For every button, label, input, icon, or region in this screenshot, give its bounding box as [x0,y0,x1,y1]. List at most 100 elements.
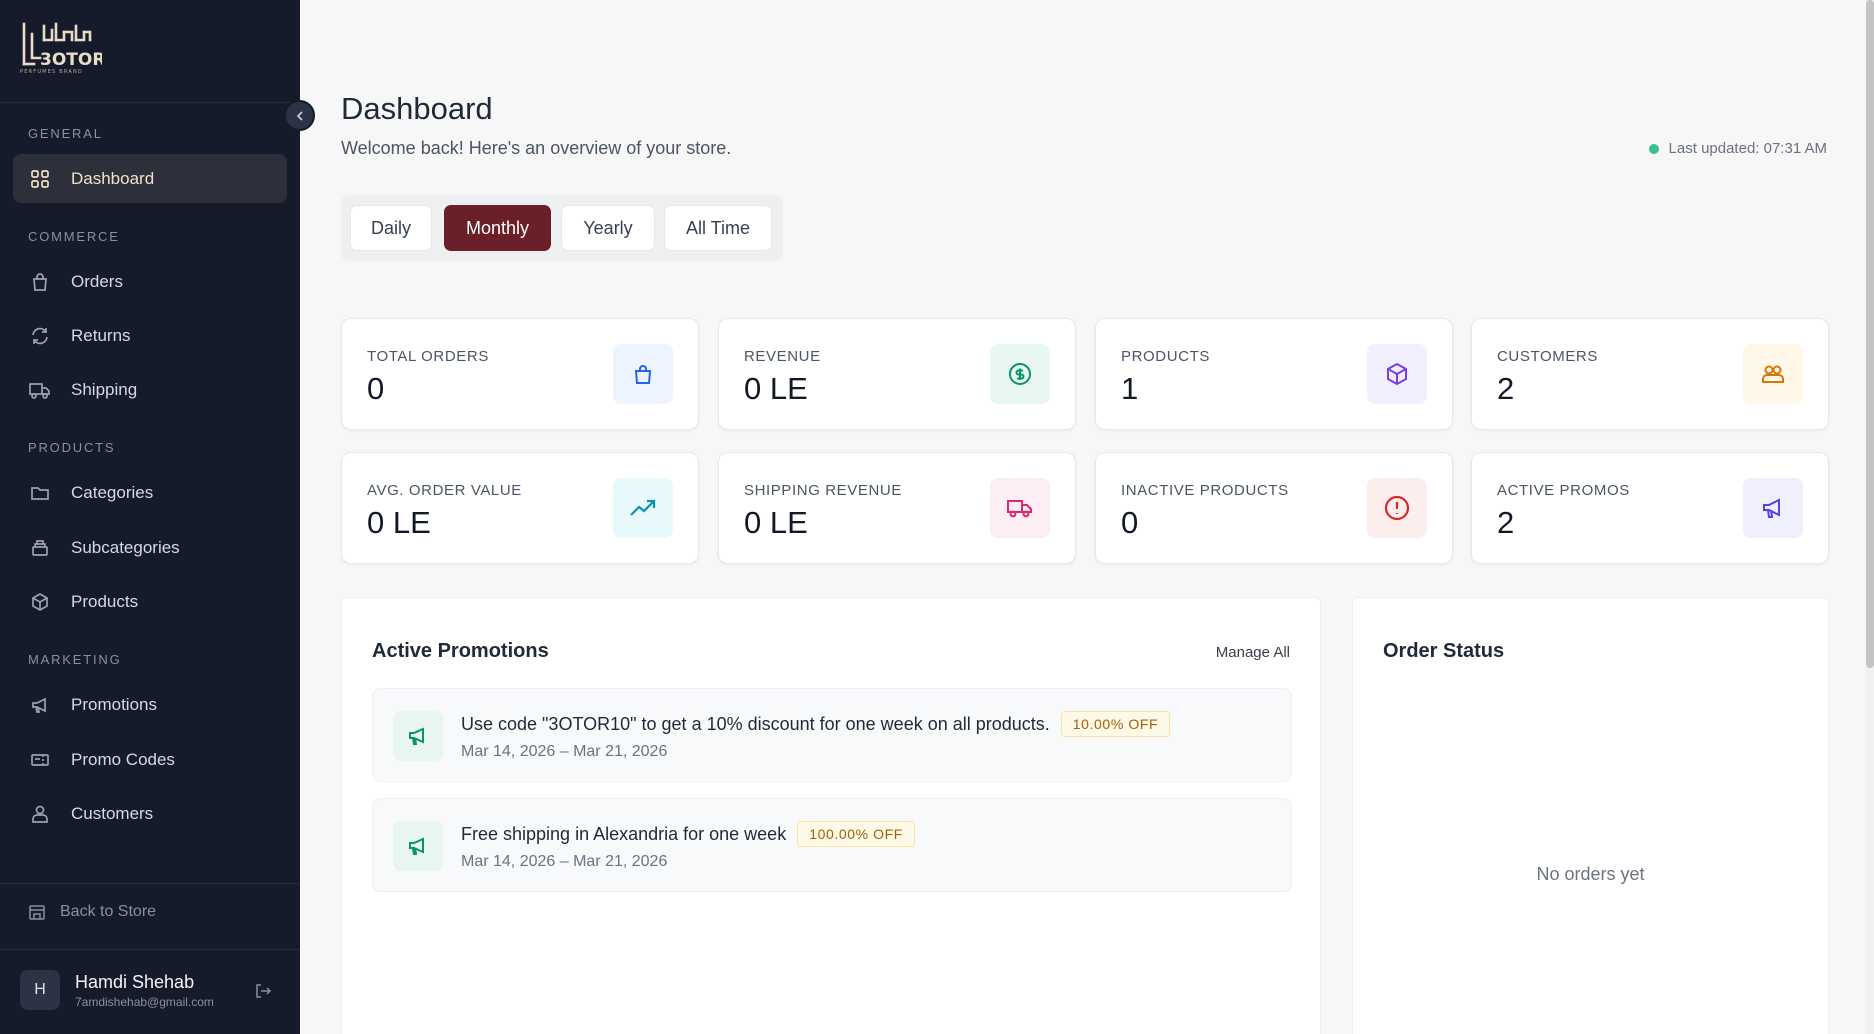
promotion-item[interactable]: Free shipping in Alexandria for one week… [372,798,1292,892]
stat-value: 2 [1497,505,1515,540]
page-title: Dashboard [341,91,493,126]
stat-value: 1 [1121,371,1139,406]
stat-value: 0 LE [744,371,808,406]
truck-icon [29,379,51,401]
main-content: Dashboard Welcome back! Here's an overvi… [300,0,1874,1034]
section-label-marketing: MARKETING [28,652,122,667]
megaphone-icon [393,711,443,761]
back-to-store-label: Back to Store [60,903,157,920]
status-dot-icon [1648,143,1659,154]
panel-title: Active Promotions [372,640,549,662]
user-profile: H Hamdi Shehab 7amdishehab@gmail.com [20,970,214,1010]
stat-card-avg-order-value: AVG. ORDER VALUE 0 LE [341,452,699,564]
stat-label: PRODUCTS [1121,348,1210,365]
promotion-dates: Mar 14, 2026 – Mar 21, 2026 [461,743,668,760]
promotion-dates: Mar 14, 2026 – Mar 21, 2026 [461,853,668,870]
shopping-bag-icon [613,344,673,404]
order-status-panel: Order Status No orders yet [1352,597,1829,1034]
stat-value: 0 LE [367,505,431,540]
discount-badge: 100.00% OFF [797,821,915,847]
collapse-sidebar-button[interactable] [284,100,315,131]
section-label-commerce: COMMERCE [28,229,120,244]
sidebar-item-label: Customers [71,803,154,823]
stat-label: TOTAL ORDERS [367,348,489,365]
sidebar-divider [0,883,300,884]
chevron-left-icon [296,110,303,121]
empty-state-text: No orders yet [1536,864,1645,884]
trending-up-icon [613,478,673,538]
stat-card-inactive-products: INACTIVE PRODUCTS 0 [1095,452,1453,564]
sidebar-item-label: Returns [71,325,131,345]
stat-value: 2 [1497,371,1515,406]
sidebar-item-products[interactable]: Products [13,577,287,626]
tab-monthly[interactable]: Monthly [444,205,551,251]
layers-icon [29,537,51,559]
stat-card-revenue: REVENUE 0 LE [718,318,1076,430]
alert-circle-icon [1367,478,1427,538]
sidebar-item-shipping[interactable]: Shipping [13,365,287,414]
scrollbar-thumb[interactable] [1866,0,1874,668]
stat-label: REVENUE [744,348,821,365]
scrollbar[interactable] [1866,0,1874,1034]
stat-label: CUSTOMERS [1497,348,1598,365]
stat-card-customers: CUSTOMERS 2 [1471,318,1829,430]
sidebar-item-promo-codes[interactable]: Promo Codes [13,735,287,784]
user-email: 7amdishehab@gmail.com [75,994,214,1009]
folder-icon [29,482,51,504]
sidebar-item-label: Categories [71,482,154,502]
megaphone-icon [29,694,51,716]
sidebar-item-categories[interactable]: Categories [13,468,287,517]
user-name: Hamdi Shehab [75,971,195,992]
sidebar-item-label: Products [71,591,139,611]
section-label-general: GENERAL [28,126,103,141]
sidebar-item-label: Subcategories [71,537,180,557]
ticket-icon [29,749,51,771]
stat-label: ACTIVE PROMOS [1497,482,1630,499]
sidebar-item-orders[interactable]: Orders [13,257,287,306]
sidebar-item-subcategories[interactable]: Subcategories [13,523,287,572]
users-icon [29,803,51,825]
avatar: H [20,970,60,1010]
sidebar-item-customers[interactable]: Customers [13,789,287,838]
sidebar-divider [0,949,300,950]
sidebar-item-label: Orders [71,271,123,291]
svg-text:3OTOR: 3OTOR [40,50,102,70]
manage-all-link[interactable]: Manage All [1216,644,1290,661]
section-label-products: PRODUCTS [28,440,116,455]
sidebar-item-label: Shipping [71,379,138,399]
sidebar: 3OTOR PERFUMES BRAND GENERAL Dashboard C… [0,0,300,1034]
tab-yearly[interactable]: Yearly [561,205,655,251]
tab-all-time[interactable]: All Time [664,205,772,251]
stat-label: SHIPPING REVENUE [744,482,902,499]
store-icon [28,903,46,921]
megaphone-icon [393,821,443,871]
promotion-text: Free shipping in Alexandria for one week [461,823,787,844]
stat-label: INACTIVE PRODUCTS [1121,482,1289,499]
users-icon [1743,344,1803,404]
svg-text:PERFUMES BRAND: PERFUMES BRAND [20,69,83,75]
page-subtitle: Welcome back! Here's an overview of your… [341,138,732,158]
grid-icon [29,168,51,190]
stat-card-total-orders: TOTAL ORDERS 0 [341,318,699,430]
sidebar-item-dashboard[interactable]: Dashboard [13,154,287,203]
brand-logo[interactable]: 3OTOR PERFUMES BRAND [0,0,300,103]
package-icon [29,591,51,613]
period-tabs: Daily Monthly Yearly All Time [341,195,783,261]
discount-badge: 10.00% OFF [1060,711,1171,737]
sidebar-item-label: Promo Codes [71,749,175,769]
stat-value: 0 LE [744,505,808,540]
sidebar-item-label: Promotions [71,694,157,714]
tab-daily[interactable]: Daily [350,205,432,251]
promotion-item[interactable]: Use code "3OTOR10" to get a 10% discount… [372,688,1292,782]
stat-card-products: PRODUCTS 1 [1095,318,1453,430]
panel-title: Order Status [1383,640,1505,662]
back-to-store-link[interactable]: Back to Store [28,903,156,921]
package-icon [1367,344,1427,404]
sidebar-item-label: Dashboard [71,168,155,188]
sidebar-item-promotions[interactable]: Promotions [13,680,287,729]
truck-icon [990,478,1050,538]
sidebar-item-returns[interactable]: Returns [13,311,287,360]
brand-logo-mark: 3OTOR PERFUMES BRAND [20,22,102,75]
stat-value: 0 [1121,505,1139,540]
logout-icon[interactable] [254,982,272,1005]
